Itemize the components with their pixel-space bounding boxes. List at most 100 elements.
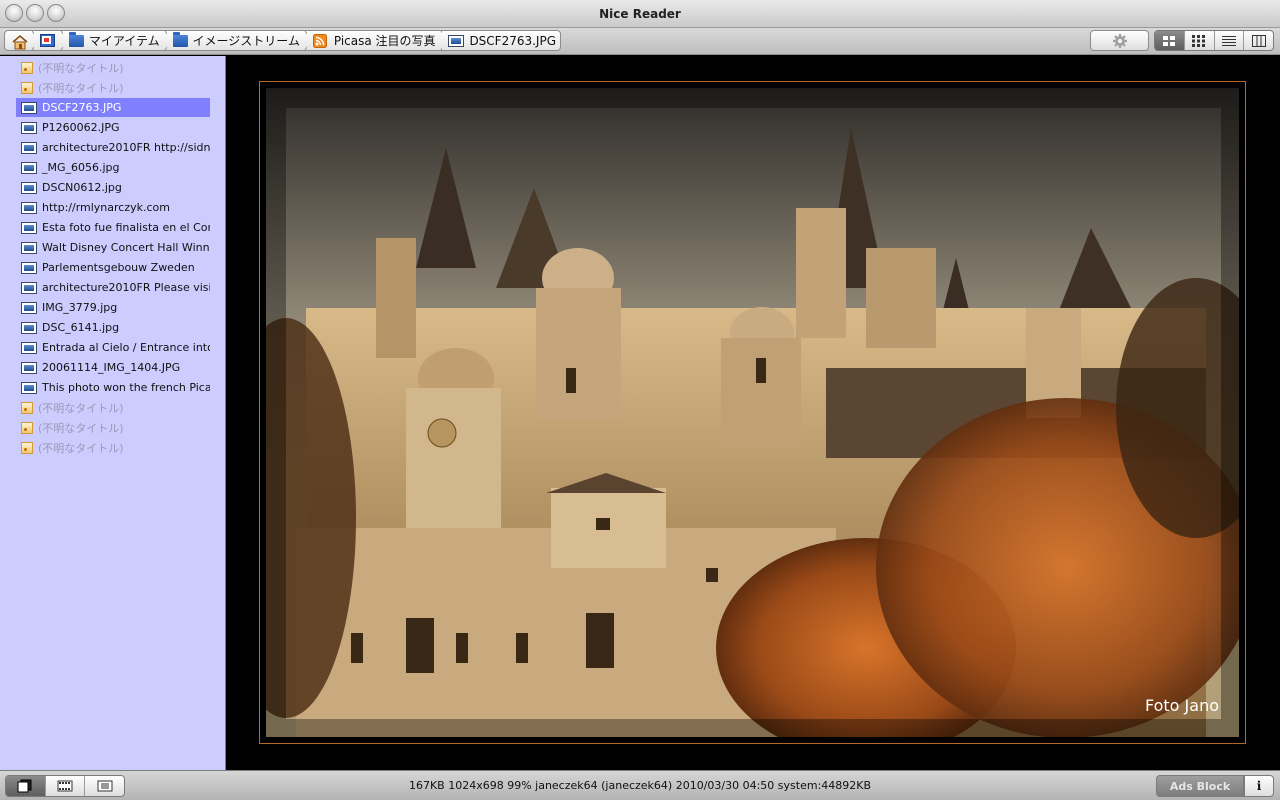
list-item[interactable]: DSC_6141.jpg xyxy=(16,318,210,337)
list-item-label: DSCN0612.jpg xyxy=(42,181,122,194)
list-item-label: (不明なタイトル) xyxy=(38,401,124,415)
status-info-text: 167KB 1024x698 99% janeczek64 (janeczek6… xyxy=(408,779,872,792)
photo-icon xyxy=(21,301,37,314)
photo-frame: Foto Jano xyxy=(259,81,1246,744)
photo-watermark: Foto Jano xyxy=(1144,696,1219,715)
list-item[interactable]: 20061114_IMG_1404.JPG xyxy=(16,358,210,377)
title-bar: Nice Reader xyxy=(0,0,1280,28)
list-item[interactable]: Parlementsgebouw Zweden xyxy=(16,258,210,277)
list-item-label: DSC_6141.jpg xyxy=(42,321,120,334)
list-item-label: Parlementsgebouw Zweden xyxy=(42,261,195,274)
settings-button[interactable] xyxy=(1090,30,1149,51)
photo-icon xyxy=(21,281,37,294)
list-item[interactable]: http://rmlynarczyk.com xyxy=(16,198,210,217)
photo-icon xyxy=(21,161,37,174)
photo-icon xyxy=(21,381,37,394)
photo-icon xyxy=(21,141,37,154)
list-item[interactable]: (不明なタイトル) xyxy=(16,438,210,457)
ads-block-button[interactable]: Ads Block xyxy=(1156,775,1244,797)
list-item-label: Walt Disney Concert Hall Winner xyxy=(42,241,210,254)
large-grid-view-button[interactable] xyxy=(1155,31,1185,50)
photo-icon xyxy=(21,181,37,194)
breadcrumb-my-items[interactable]: マイアイテム xyxy=(63,31,164,50)
folder-icon xyxy=(68,31,84,47)
breadcrumb-feeds[interactable] xyxy=(34,31,60,50)
column-view-icon xyxy=(1251,34,1266,47)
photo-icon xyxy=(21,261,37,274)
list-item[interactable]: architecture2010FR Please visite xyxy=(16,278,210,297)
list-view-icon xyxy=(1221,35,1236,46)
large-grid-icon xyxy=(1163,35,1176,46)
list-item[interactable]: DSCF2763.JPG xyxy=(16,98,210,117)
info-button[interactable]: i xyxy=(1244,775,1274,797)
feed-list-icon xyxy=(39,33,56,48)
item-list-sidebar: (不明なタイトル) (不明なタイトル) DSCF2763.JPG P1260062.J… xyxy=(0,56,226,770)
list-item-label: architecture2010FR http://sidney xyxy=(42,141,210,154)
list-item[interactable]: (不明なタイトル) xyxy=(16,58,210,77)
window-title: Nice Reader xyxy=(599,7,681,21)
list-item-label: P1260062.JPG xyxy=(42,121,120,134)
breadcrumb-label: イメージストリーム xyxy=(192,34,300,48)
photo-image[interactable]: Foto Jano xyxy=(266,88,1239,737)
list-item[interactable]: (不明なタイトル) xyxy=(16,78,210,97)
list-item-label: (不明なタイトル) xyxy=(38,61,124,75)
breadcrumb-label: DSCF2763.JPG xyxy=(469,33,557,48)
feed-item-icon xyxy=(21,401,33,414)
list-item[interactable]: IMG_3779.jpg xyxy=(16,298,210,317)
feed-item-icon xyxy=(21,61,33,74)
list-item-label: _MG_6056.jpg xyxy=(42,161,120,174)
view-mode-selector xyxy=(1154,30,1274,51)
photo-icon xyxy=(21,101,37,114)
photo-icon xyxy=(21,361,37,374)
breadcrumb-label: Picasa 注目の写真 xyxy=(333,34,436,48)
status-bar: 167KB 1024x698 99% janeczek64 (janeczek6… xyxy=(0,770,1280,800)
list-item-label: (不明なタイトル) xyxy=(38,441,124,455)
photo-icon xyxy=(448,34,465,47)
list-item[interactable]: (不明なタイトル) xyxy=(16,398,210,417)
breadcrumb-label: マイアイテム xyxy=(88,34,160,48)
list-view-button[interactable] xyxy=(1215,31,1245,50)
list-item[interactable]: P1260062.JPG xyxy=(16,118,210,137)
folder-icon xyxy=(172,31,188,47)
list-item-label: (不明なタイトル) xyxy=(38,81,124,95)
list-item[interactable]: _MG_6056.jpg xyxy=(16,158,210,177)
breadcrumb-picasa-feed[interactable]: Picasa 注目の写真 xyxy=(307,31,440,50)
list-item-label: architecture2010FR Please visite xyxy=(42,281,210,294)
feed-item-icon xyxy=(21,441,33,454)
small-grid-icon xyxy=(1192,34,1206,47)
list-item[interactable]: Walt Disney Concert Hall Winner xyxy=(16,238,210,257)
photo-viewer: Foto Jano xyxy=(227,56,1280,770)
small-grid-view-button[interactable] xyxy=(1185,31,1215,50)
photo-icon xyxy=(21,201,37,214)
photo-icon xyxy=(21,121,37,134)
building-photo-illustration xyxy=(266,88,1239,737)
list-item-label: Esta foto fue finalista en el Conc xyxy=(42,221,210,234)
list-item[interactable]: (不明なタイトル) xyxy=(16,418,210,437)
home-icon xyxy=(11,34,28,49)
list-item-label: IMG_3779.jpg xyxy=(42,301,118,314)
photo-icon xyxy=(21,241,37,254)
list-item[interactable]: DSCN0612.jpg xyxy=(16,178,210,197)
list-item-label: 20061114_IMG_1404.JPG xyxy=(42,361,181,374)
toolbar: マイアイテム イメージストリーム Picasa 注目の写真 DSCF2763.J… xyxy=(0,28,1280,55)
list-item-label: (不明なタイトル) xyxy=(38,421,124,435)
list-item[interactable]: Esta foto fue finalista en el Conc xyxy=(16,218,210,237)
rss-icon xyxy=(312,33,329,48)
breadcrumb: マイアイテム イメージストリーム Picasa 注目の写真 DSCF2763.J… xyxy=(4,30,561,51)
list-item[interactable]: This photo won the french Picas xyxy=(16,378,210,397)
column-view-button[interactable] xyxy=(1244,31,1273,50)
list-item-label: DSCF2763.JPG xyxy=(42,101,122,114)
photo-icon xyxy=(21,341,37,354)
breadcrumb-current-photo[interactable]: DSCF2763.JPG xyxy=(442,31,560,50)
list-item[interactable]: architecture2010FR http://sidney xyxy=(16,138,210,157)
breadcrumb-image-stream[interactable]: イメージストリーム xyxy=(167,31,304,50)
breadcrumb-home[interactable] xyxy=(5,31,31,50)
gear-icon xyxy=(1112,33,1127,48)
photo-icon xyxy=(21,221,37,234)
feed-item-icon xyxy=(21,81,33,94)
list-item-label: Entrada al Cielo / Entrance into xyxy=(42,341,210,354)
feed-item-icon xyxy=(21,421,33,434)
list-item-label: This photo won the french Picas xyxy=(42,381,210,394)
list-item-label: http://rmlynarczyk.com xyxy=(42,201,170,214)
list-item[interactable]: Entrada al Cielo / Entrance into xyxy=(16,338,210,357)
